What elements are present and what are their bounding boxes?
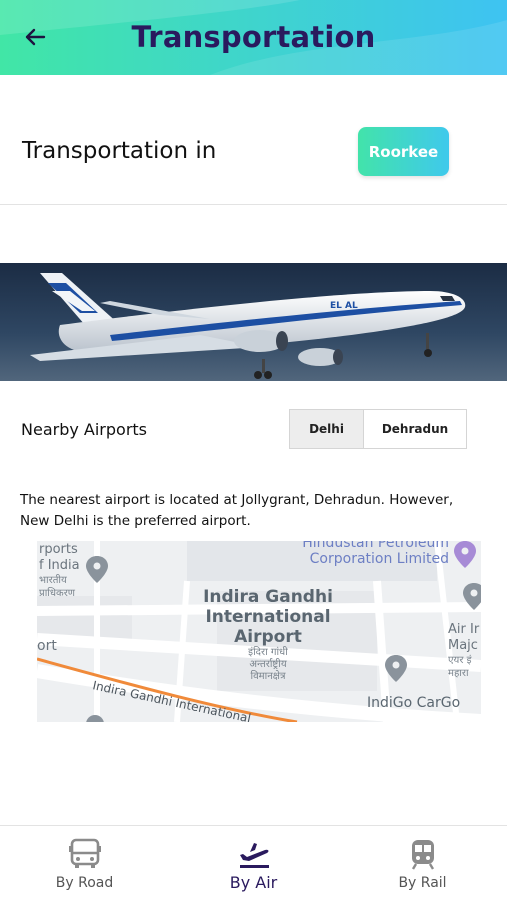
svg-text:एयर इं: एयर इं — [448, 654, 473, 666]
svg-text:IndiGo CarGo: IndiGo CarGo — [367, 695, 460, 711]
svg-text:Airport: Airport — [234, 627, 302, 647]
airport-description: The nearest airport is located at Jollyg… — [20, 492, 454, 529]
nav-label-by-road: By Road — [55, 875, 114, 891]
airplane-hero-image: EL AL — [0, 263, 507, 381]
nearby-airports-label: Nearby Airports — [21, 420, 148, 439]
nav-label-by-rail: By Rail — [398, 875, 447, 891]
airline-livery-text: EL AL — [330, 301, 358, 311]
tab-delhi[interactable]: Delhi — [290, 410, 364, 448]
svg-text:f India: f India — [39, 558, 80, 573]
nav-label-by-air: By Air — [229, 873, 278, 892]
bus-icon — [68, 838, 101, 868]
location-row: Transportation in Roorkee — [0, 100, 507, 205]
page-title: Transportation — [131, 20, 376, 54]
svg-text:Air Ir: Air Ir — [448, 622, 480, 637]
svg-text:महारा: महारा — [448, 668, 469, 679]
svg-text:Corporation Limited: Corporation Limited — [310, 551, 449, 567]
svg-text:विमानक्षेत्र: विमानक्षेत्र — [251, 670, 286, 682]
svg-text:Majc: Majc — [448, 638, 478, 653]
train-icon — [411, 840, 434, 870]
bottom-navigation: By Road By Air By Rail — [0, 825, 507, 900]
airport-segmented-control: Delhi Dehradun — [289, 409, 467, 449]
svg-text:ort: ort — [37, 638, 57, 654]
city-select-button[interactable]: Roorkee — [358, 127, 449, 176]
nav-by-rail[interactable]: By Rail — [338, 826, 507, 900]
svg-text:rports: rports — [39, 542, 78, 557]
location-label: Transportation in — [22, 138, 217, 164]
svg-text:Indira Gandhi: Indira Gandhi — [203, 587, 333, 607]
svg-text:International: International — [205, 607, 330, 627]
svg-text:इंदिरा गांधी: इंदिरा गांधी — [248, 646, 288, 658]
svg-text:अन्तर्राष्ट्रीय: अन्तर्राष्ट्रीय — [249, 658, 287, 670]
app-header: Transportation — [0, 0, 507, 75]
svg-text:Hindustan Petroleum: Hindustan Petroleum — [302, 541, 449, 551]
airport-map[interactable]: Indira Gandhi International Airport इंदि… — [37, 541, 481, 722]
svg-text:भारतीय: भारतीय — [39, 574, 67, 586]
nav-by-air[interactable]: By Air — [169, 826, 338, 900]
nav-by-road[interactable]: By Road — [0, 826, 169, 900]
plane-departure-icon — [239, 843, 269, 868]
svg-text:प्राधिकरण: प्राधिकरण — [39, 587, 76, 599]
tab-dehradun[interactable]: Dehradun — [364, 410, 466, 448]
